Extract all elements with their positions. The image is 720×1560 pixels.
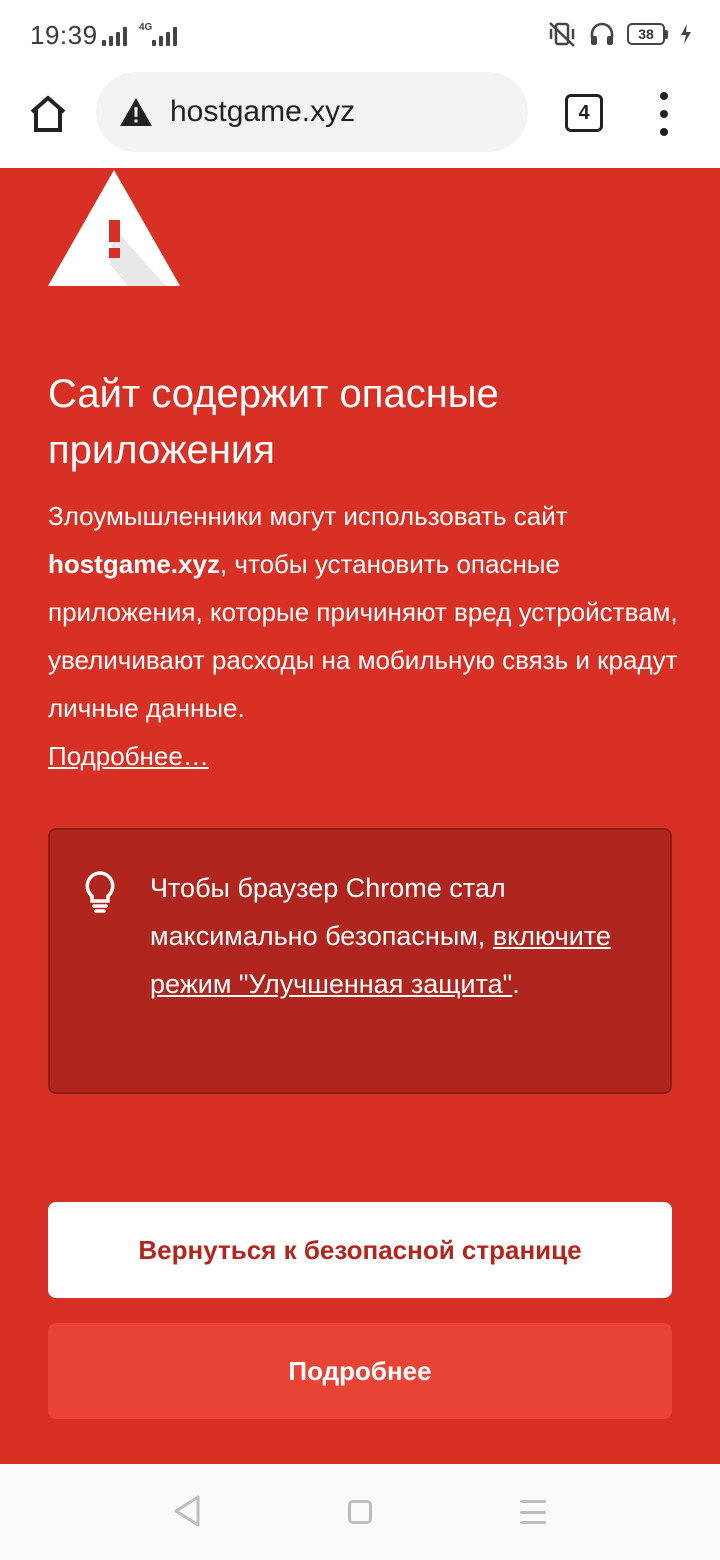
signal-icon-2	[152, 26, 177, 46]
home-nav-icon[interactable]	[348, 1500, 372, 1524]
site-name: hostgame.xyz	[48, 549, 220, 579]
tab-switcher-button[interactable]: 4	[565, 94, 603, 132]
description-prefix: Злоумышленники могут использовать сайт	[48, 501, 568, 531]
home-icon[interactable]	[24, 90, 72, 138]
lightbulb-icon	[85, 871, 115, 913]
tip-text: Чтобы браузер Chrome стал максимально бе…	[150, 864, 650, 1008]
warning-triangle-icon	[48, 170, 180, 286]
signal-icon	[102, 26, 127, 46]
charging-icon	[681, 24, 691, 44]
dangerous-site-icon[interactable]	[118, 96, 154, 128]
warning-description: Злоумышленники могут использовать сайт h…	[48, 492, 678, 732]
system-nav-bar	[0, 1464, 720, 1560]
tip-prefix: Чтобы браузер Chrome стал максимально бе…	[150, 873, 506, 951]
back-to-safety-button[interactable]: Вернуться к безопасной странице	[48, 1202, 672, 1298]
browser-toolbar: hostgame.xyz 4	[0, 72, 720, 168]
overflow-menu-icon[interactable]	[652, 92, 676, 136]
vibrate-off-icon	[549, 22, 575, 47]
recents-nav-icon[interactable]	[520, 1500, 546, 1524]
safe-browsing-interstitial: Сайт содержит опасные приложения Злоумыш…	[0, 168, 720, 1464]
battery-icon: 38	[627, 23, 668, 45]
status-time: 19:39	[30, 20, 98, 50]
battery-level: 38	[627, 23, 665, 45]
headphones-icon	[590, 22, 614, 45]
back-nav-icon[interactable]	[172, 1494, 202, 1528]
learn-more-link[interactable]: Подробнее…	[48, 732, 209, 780]
enhanced-protection-tip: Чтобы браузер Chrome стал максимально бе…	[48, 828, 672, 1094]
status-icons: 38	[547, 20, 692, 48]
network-type-label: 4G	[139, 22, 153, 33]
status-bar: 19:39 4G 38	[0, 0, 720, 72]
page-title: Сайт содержит опасные приложения	[48, 372, 499, 472]
tip-suffix: .	[512, 969, 520, 999]
url-text: hostgame.xyz	[170, 95, 356, 128]
details-button[interactable]: Подробнее	[48, 1323, 672, 1419]
address-bar[interactable]: hostgame.xyz	[96, 72, 528, 152]
